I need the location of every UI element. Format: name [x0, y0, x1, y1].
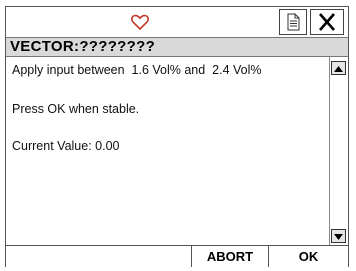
close-icon [319, 13, 335, 31]
document-icon [287, 13, 300, 31]
abort-button[interactable]: ABORT [191, 246, 268, 267]
arrow-down-icon [334, 234, 343, 240]
dialog-window: VECTOR:???????? Apply input between 1.6 … [5, 6, 349, 267]
scroll-up-button[interactable] [331, 61, 346, 75]
top-toolbar [6, 7, 348, 38]
document-button[interactable] [279, 9, 307, 35]
arrow-up-icon [334, 66, 343, 72]
close-button[interactable] [310, 9, 344, 35]
prompt-text: Press OK when stable. [12, 102, 140, 116]
vertical-scrollbar[interactable] [330, 57, 348, 245]
message-area: Apply input between 1.6 Vol% and 2.4 Vol… [6, 57, 330, 245]
current-value-text: Current Value: 0.00 [12, 139, 120, 153]
ok-button[interactable]: OK [268, 246, 348, 267]
scroll-down-button[interactable] [331, 229, 346, 243]
heart-icon[interactable] [130, 12, 150, 32]
dialog-title: VECTOR:???????? [10, 38, 156, 55]
instruction-text: Apply input between 1.6 Vol% and 2.4 Vol… [12, 63, 262, 77]
title-bar: VECTOR:???????? [6, 38, 348, 57]
button-bar: ABORT OK [6, 245, 348, 267]
